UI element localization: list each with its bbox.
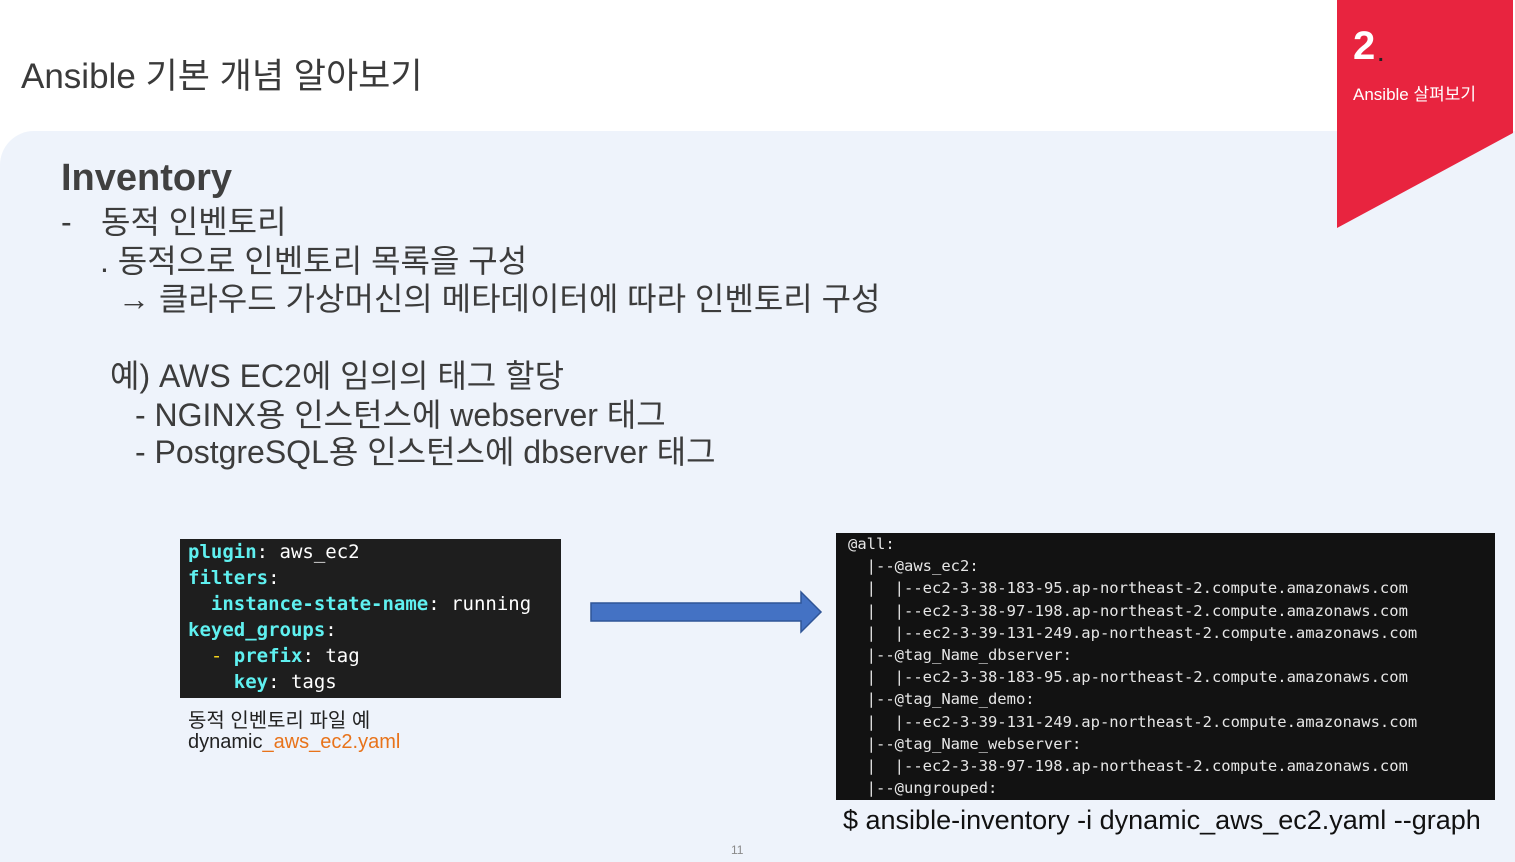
code-text: : running — [428, 593, 532, 615]
section-number: 2 — [1353, 24, 1376, 68]
terminal-line: | |--ec2-3-38-97-198.ap-northeast-2.comp… — [848, 757, 1408, 775]
filename-highlight: _aws_ec2.yaml — [262, 731, 401, 753]
code-line: filters: — [188, 567, 280, 589]
bullet-dash: - — [61, 204, 72, 240]
terminal-command: $ ansible-inventory -i dynamic_aws_ec2.y… — [843, 805, 1481, 835]
terminal-line: |--@aws_ec2: — [848, 557, 979, 576]
terminal-line: |--@ungrouped: — [848, 779, 998, 798]
terminal-line: | |--ec2-3-38-183-95.ap-northeast-2.comp… — [848, 668, 1408, 687]
code-key: plugin — [188, 541, 257, 563]
filename-prefix: dynamic — [188, 731, 263, 753]
terminal-output: @all: |--@aws_ec2: | |--ec2-3-38-183-95.… — [836, 533, 1495, 800]
terminal-line: |--@tag_Name_webserver: — [848, 734, 1082, 753]
code-line: - prefix: tag — [188, 645, 360, 667]
section-heading: Inventory — [61, 157, 233, 199]
code-text: : — [268, 567, 280, 589]
terminal-line: | |--ec2-3-39-131-249.ap-northeast-2.com… — [848, 623, 1418, 642]
example-dbserver: - PostgreSQL용 인스턴스에 dbserver 태그 — [135, 434, 716, 470]
code-text: - — [210, 645, 223, 667]
code-key: instance-state-name — [210, 593, 429, 615]
page-number: 11 — [731, 843, 744, 857]
code-key: filters — [188, 567, 269, 589]
code-key: prefix — [233, 645, 303, 667]
terminal-line: |--@tag_Name_dbserver: — [848, 646, 1072, 664]
code-text: : tag — [302, 645, 360, 667]
slide-title: Ansible 기본 개념 알아보기 — [21, 57, 423, 96]
terminal-line: |--@tag_Name_demo: — [848, 690, 1035, 709]
code-key: key — [233, 671, 269, 693]
terminal-line: | |--ec2-3-38-97-198.ap-northeast-2.comp… — [848, 601, 1408, 620]
code-line: keyed_groups: — [188, 619, 337, 641]
right-arrow-icon — [590, 590, 823, 634]
section-label: Ansible 살펴보기 — [1353, 85, 1477, 104]
code-line: plugin: aws_ec2 — [188, 541, 360, 563]
section-number-dot: . — [1378, 44, 1384, 66]
bullet-line-metadata: → 클라우드 가상머신의 메타데이터에 따라 인벤토리 구성 — [118, 281, 881, 317]
code-line: key: tags — [188, 671, 337, 693]
bullet-text: 동적 인벤토리 — [101, 204, 287, 240]
code-key: keyed_groups — [188, 619, 326, 641]
terminal-line: | |--ec2-3-39-131-249.ap-northeast-2.com… — [848, 712, 1418, 731]
terminal-line: @all: — [848, 535, 895, 553]
code-line: instance-state-name: running — [188, 593, 531, 615]
code-text: : — [325, 619, 337, 641]
code-filename: dynamic_aws_ec2.yaml — [188, 731, 400, 754]
terminal-line: | |--ec2-3-38-183-95.ap-northeast-2.comp… — [848, 579, 1408, 598]
code-text: : tags — [268, 671, 337, 693]
code-text: : aws_ec2 — [256, 541, 360, 563]
yaml-code-block: plugin: aws_ec2 filters: instance-state-n… — [180, 539, 561, 698]
code-caption: 동적 인벤토리 파일 예 — [188, 710, 371, 732]
